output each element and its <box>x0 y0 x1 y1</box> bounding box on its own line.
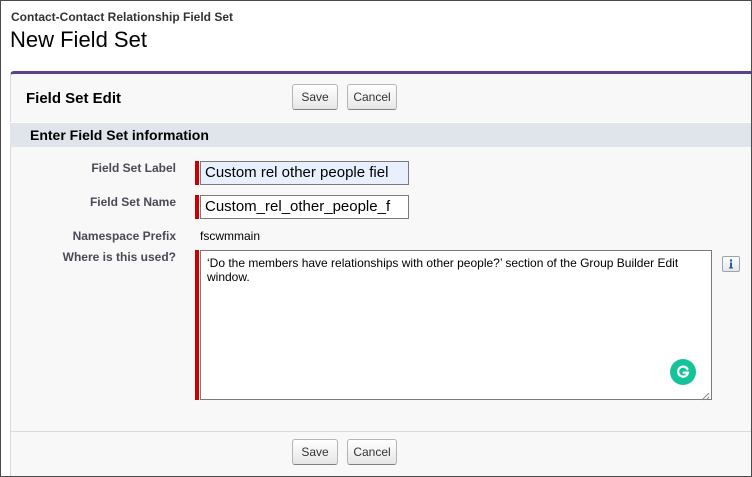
field-set-name-label: Field Set Name <box>89 195 176 209</box>
namespace-prefix-label: Namespace Prefix <box>72 229 176 243</box>
cancel-button-bottom[interactable]: Cancel <box>347 439 397 465</box>
panel-title: Field Set Edit <box>26 90 122 107</box>
save-button-bottom[interactable]: Save <box>292 439 338 465</box>
page-title: New Field Set <box>10 27 147 52</box>
required-indicator <box>195 250 199 400</box>
namespace-prefix-value: fscwmmain <box>200 229 261 243</box>
where-used-textarea[interactable]: ‘Do the members have relationships with … <box>200 250 712 400</box>
where-used-label: Where is this used? <box>62 250 176 264</box>
resize-grip-icon[interactable] <box>700 388 710 401</box>
save-button-top[interactable]: Save <box>292 84 338 110</box>
field-set-name-input[interactable]: Custom_rel_other_people_f <box>200 195 409 219</box>
required-indicator <box>195 195 199 219</box>
cancel-button-top[interactable]: Cancel <box>347 84 397 110</box>
required-indicator <box>195 161 199 185</box>
page-subtitle: Contact-Contact Relationship Field Set <box>11 10 234 24</box>
field-set-label-label: Field Set Label <box>91 161 176 175</box>
footer-divider <box>10 431 751 432</box>
info-icon[interactable] <box>722 256 740 272</box>
section-header: Enter Field Set information <box>10 122 751 147</box>
section-title: Enter Field Set information <box>30 127 209 143</box>
grammarly-icon[interactable] <box>670 359 696 385</box>
field-set-label-input[interactable]: Custom rel other people fiel <box>200 161 409 185</box>
